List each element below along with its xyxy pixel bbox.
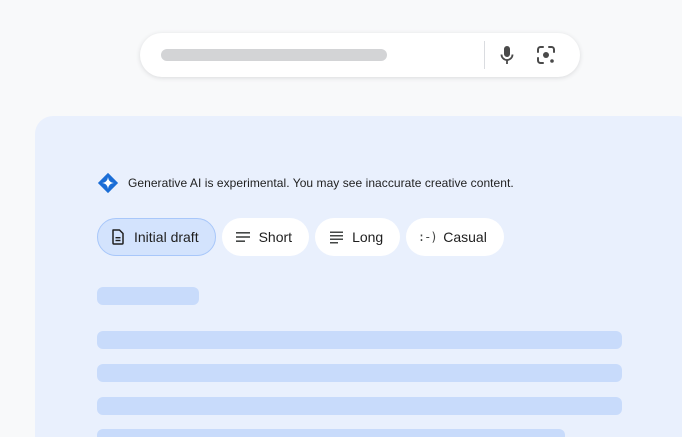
- short-text-icon: [235, 229, 251, 245]
- mic-icon: [500, 46, 514, 64]
- long-text-icon: [328, 229, 344, 245]
- skeleton-heading: [97, 287, 199, 305]
- chip-casual[interactable]: :-) Casual: [406, 218, 504, 256]
- notice-text: Generative AI is experimental. You may s…: [128, 176, 514, 190]
- skeleton-line: [97, 429, 565, 437]
- search-divider: [484, 41, 485, 69]
- skeleton-line: [97, 397, 622, 415]
- chip-initial-draft[interactable]: Initial draft: [97, 218, 216, 256]
- page: Generative AI is experimental. You may s…: [0, 0, 682, 437]
- chip-short[interactable]: Short: [221, 218, 310, 256]
- chip-long[interactable]: Long: [315, 218, 401, 256]
- document-icon: [110, 229, 126, 245]
- camera-lens-icon: [537, 46, 555, 64]
- lens-search-button[interactable]: [533, 42, 559, 68]
- search-bar[interactable]: [140, 33, 580, 77]
- chip-label: Short: [258, 229, 293, 245]
- search-input-placeholder[interactable]: [161, 49, 387, 61]
- gemini-sparkle-icon: [97, 172, 119, 194]
- chip-label: Long: [352, 229, 384, 245]
- skeleton-line: [97, 331, 622, 349]
- ai-writing-panel: Generative AI is experimental. You may s…: [35, 116, 682, 437]
- experimental-notice: Generative AI is experimental. You may s…: [97, 172, 514, 194]
- voice-search-button[interactable]: [494, 42, 520, 68]
- draft-style-chips: Initial draft Short Long:-) Casual: [97, 218, 510, 256]
- skeleton-line: [97, 364, 622, 382]
- chip-label: Initial draft: [134, 229, 199, 245]
- casual-icon: :-): [417, 230, 438, 244]
- chip-label: Casual: [443, 229, 487, 245]
